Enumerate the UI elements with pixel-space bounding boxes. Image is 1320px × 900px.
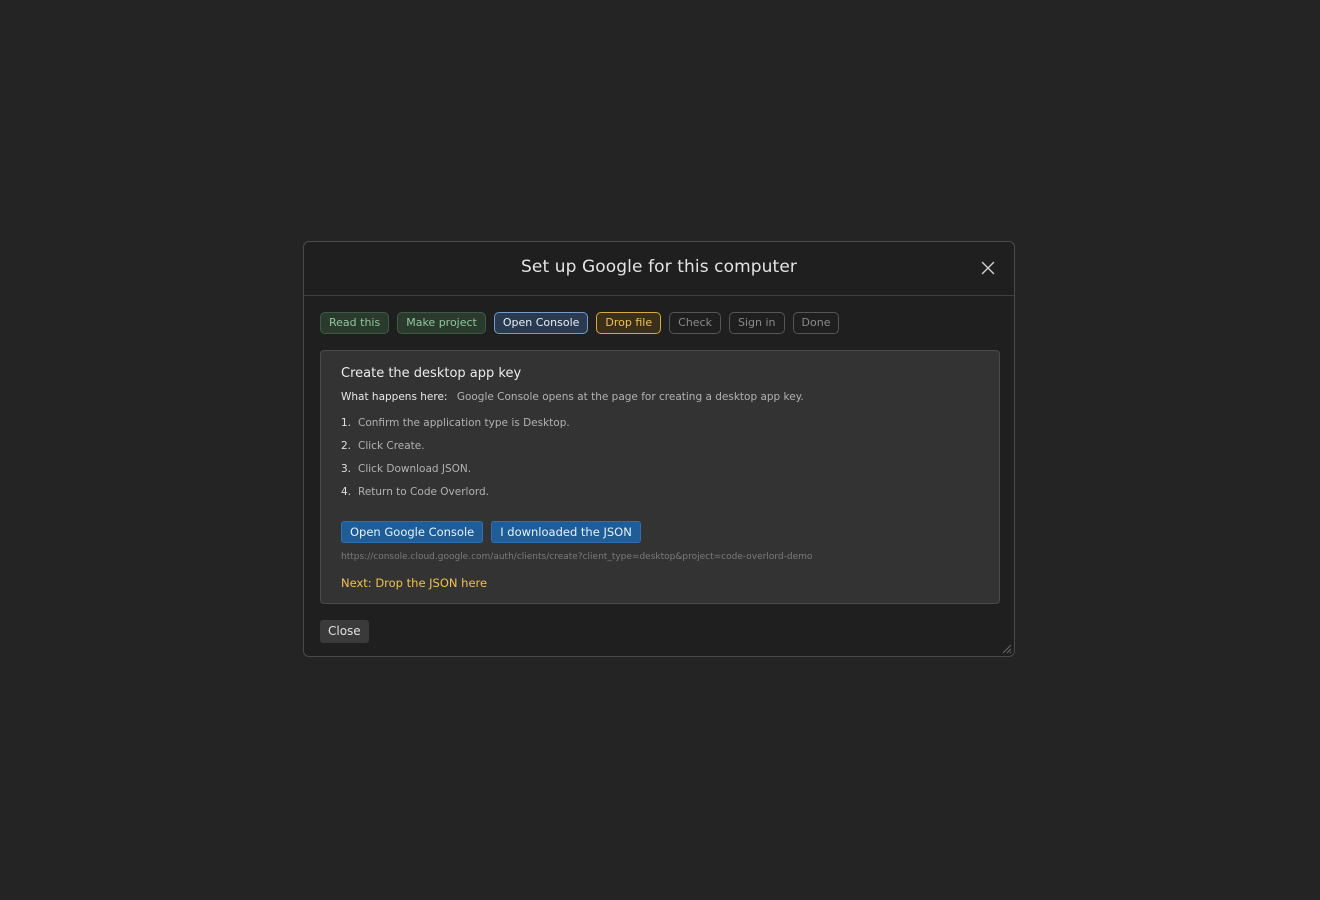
dialog-title: Set up Google for this computer (521, 257, 797, 277)
console-url: https://console.cloud.google.com/auth/cl… (341, 552, 813, 562)
step-read-this[interactable]: Read this (320, 312, 390, 334)
step-make-project[interactable]: Make project (397, 312, 486, 334)
what-happens-label: What happens here: (341, 391, 448, 403)
open-google-console-button[interactable]: Open Google Console (341, 521, 484, 543)
list-item-number: 4. (341, 486, 352, 498)
list-item: 4. Return to Code Overlord. (341, 486, 979, 509)
list-item-number: 1. (341, 417, 352, 429)
next-step-link[interactable]: Next: Drop the JSON here (341, 576, 979, 590)
list-item: 1. Confirm the application type is Deskt… (341, 417, 979, 440)
list-item: 3. Click Download JSON. (341, 463, 979, 486)
list-item-number: 2. (341, 440, 352, 452)
panel-actions: Open Google Console I downloaded the JSO… (341, 521, 979, 543)
list-item-text: Return to Code Overlord. (358, 486, 490, 498)
close-icon[interactable] (980, 260, 996, 276)
setup-dialog: Set up Google for this computer Read thi… (303, 241, 1015, 657)
step-panel: Create the desktop app key What happens … (320, 350, 1000, 604)
step-drop-file[interactable]: Drop file (596, 312, 662, 334)
step-done[interactable]: Done (792, 312, 840, 334)
step-tabs: Read this Make project Open Console Drop… (320, 312, 840, 334)
close-button[interactable]: Close (320, 620, 369, 643)
dialog-header: Set up Google for this computer (304, 242, 1014, 296)
list-item-text: Confirm the application type is Desktop. (358, 417, 570, 429)
step-open-console[interactable]: Open Console (493, 312, 589, 334)
list-item-text: Click Download JSON. (358, 463, 472, 475)
list-item-number: 3. (341, 463, 352, 475)
step-sign-in[interactable]: Sign in (728, 312, 785, 334)
what-happens-text: Google Console opens at the page for cre… (456, 391, 804, 403)
list-item-text: Click Create. (358, 440, 425, 452)
panel-title: Create the desktop app key (341, 366, 522, 381)
downloaded-json-button[interactable]: I downloaded the JSON (491, 521, 641, 543)
resize-grip-icon[interactable] (1000, 642, 1012, 654)
list-item: 2. Click Create. (341, 440, 979, 463)
instruction-list: 1. Confirm the application type is Deskt… (341, 417, 979, 509)
what-happens: What happens here: Google Console opens … (341, 391, 979, 403)
step-check[interactable]: Check (669, 312, 721, 334)
